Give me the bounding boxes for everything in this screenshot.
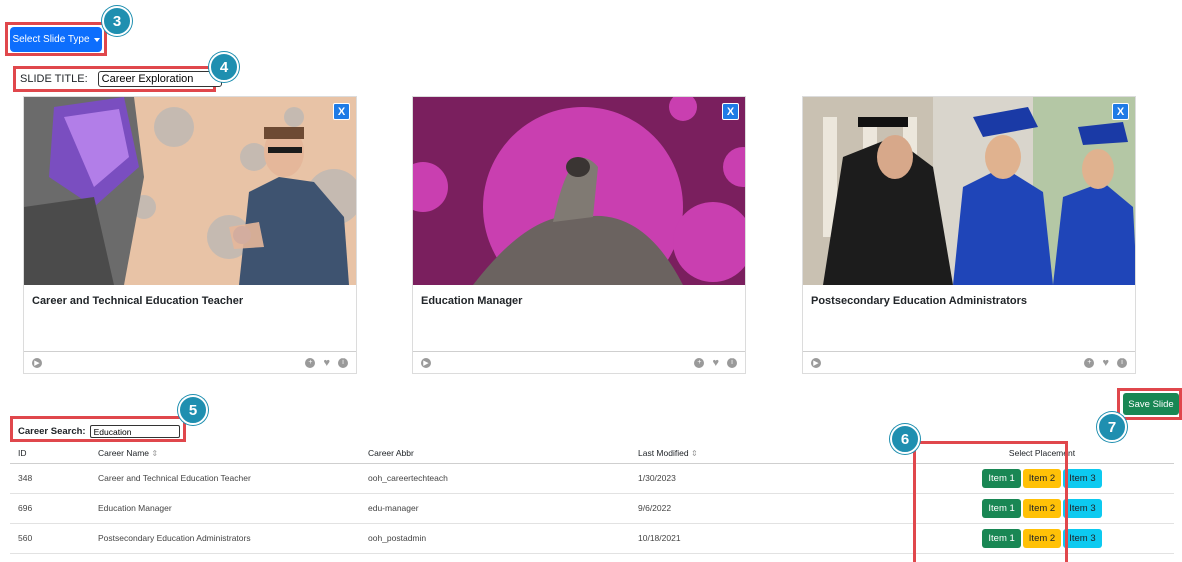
slide-title-input[interactable] xyxy=(97,71,222,87)
career-card-2: X Education Manager ▶ + ♥ i xyxy=(412,96,746,374)
select-slide-type-button[interactable]: Select Slide Type xyxy=(10,27,102,52)
item-3-button[interactable]: Item 3 xyxy=(1063,498,1102,518)
career-image-welder-teacher: X xyxy=(24,97,356,285)
card-2-title: Education Manager xyxy=(421,295,523,307)
heart-icon[interactable]: ♥ xyxy=(712,357,719,368)
info-icon[interactable]: i xyxy=(1117,357,1127,368)
callout-5: 5 xyxy=(178,395,208,425)
table-header-row: ID Career Name ⇕ Career Abbr Last Modifi… xyxy=(10,444,1174,464)
cell-placement: Item 1 Item 2 Item 3 xyxy=(910,493,1174,524)
cell-career-name: Career and Technical Education Teacher xyxy=(90,463,360,494)
card-1-footer: ▶ + ♥ i xyxy=(24,351,356,373)
col-id[interactable]: ID xyxy=(10,444,90,464)
cell-last-modified: 10/18/2021 xyxy=(630,523,910,554)
col-career-abbr[interactable]: Career Abbr xyxy=(360,444,630,464)
play-icon[interactable]: ▶ xyxy=(421,357,431,368)
callout-3: 3 xyxy=(102,6,132,36)
col-last-modified-label: Last Modified xyxy=(638,448,689,459)
heart-icon[interactable]: ♥ xyxy=(323,357,330,368)
cell-id: 696 xyxy=(10,493,90,524)
item-3-button[interactable]: Item 3 xyxy=(1063,468,1102,488)
sort-icon[interactable]: ⇕ xyxy=(691,449,698,458)
col-career-name[interactable]: Career Name ⇕ xyxy=(90,444,360,464)
callout-6: 6 xyxy=(890,424,920,454)
career-search-row: Career Search: xyxy=(18,425,180,438)
career-card-3: X Postsecondary Education Administrators… xyxy=(802,96,1136,374)
item-1-button[interactable]: Item 1 xyxy=(982,498,1021,518)
card-3-footer: ▶ + ♥ i xyxy=(803,351,1135,373)
col-last-modified[interactable]: Last Modified ⇕ xyxy=(630,444,910,464)
play-icon[interactable]: ▶ xyxy=(811,357,821,368)
cell-career-name: Postsecondary Education Administrators xyxy=(90,523,360,554)
remove-card-1-button[interactable]: X xyxy=(333,103,350,120)
cell-career-abbr: ooh_careertechteach xyxy=(360,463,630,494)
cell-last-modified: 1/30/2023 xyxy=(630,463,910,494)
table-row: 560 Postsecondary Education Administrato… xyxy=(10,523,1174,554)
cell-placement: Item 1 Item 2 Item 3 xyxy=(910,523,1174,554)
sort-icon[interactable]: ⇕ xyxy=(151,449,158,458)
info-icon[interactable]: i xyxy=(727,357,737,368)
item-1-button[interactable]: Item 1 xyxy=(982,468,1021,488)
card-2-footer: ▶ + ♥ i xyxy=(413,351,745,373)
add-icon[interactable]: + xyxy=(694,357,705,368)
cell-id: 348 xyxy=(10,463,90,494)
item-2-button[interactable]: Item 2 xyxy=(1022,528,1062,548)
info-icon[interactable]: i xyxy=(338,357,348,368)
caret-down-icon xyxy=(93,37,100,42)
career-table: ID Career Name ⇕ Career Abbr Last Modifi… xyxy=(10,444,1174,554)
callout-4: 4 xyxy=(209,52,239,82)
item-2-button[interactable]: Item 2 xyxy=(1022,498,1062,518)
career-card-1: X Career and Technical Education Teacher… xyxy=(23,96,357,374)
cell-placement: Item 1 Item 2 Item 3 xyxy=(910,463,1174,494)
table-row: 348 Career and Technical Education Teach… xyxy=(10,463,1174,494)
career-search-label: Career Search: xyxy=(18,426,86,437)
col-select-placement: Select Placement xyxy=(910,444,1174,464)
cell-last-modified: 9/6/2022 xyxy=(630,493,910,524)
cell-career-abbr: edu-manager xyxy=(360,493,630,524)
remove-card-2-button[interactable]: X xyxy=(722,103,739,120)
table-row: 696 Education Manager edu-manager 9/6/20… xyxy=(10,493,1174,524)
play-icon[interactable]: ▶ xyxy=(32,357,42,368)
callout-7: 7 xyxy=(1097,412,1127,442)
add-icon[interactable]: + xyxy=(305,357,316,368)
career-image-bird: X xyxy=(413,97,745,285)
career-search-input[interactable] xyxy=(89,425,180,438)
remove-card-3-button[interactable]: X xyxy=(1112,103,1129,120)
select-slide-type-label: Select Slide Type xyxy=(12,34,90,45)
item-2-button[interactable]: Item 2 xyxy=(1022,468,1062,488)
item-3-button[interactable]: Item 3 xyxy=(1063,528,1102,548)
card-3-title: Postsecondary Education Administrators xyxy=(811,295,1027,307)
heart-icon[interactable]: ♥ xyxy=(1102,357,1109,368)
slide-title-row: SLIDE TITLE: xyxy=(20,71,222,87)
cell-career-abbr: ooh_postadmin xyxy=(360,523,630,554)
add-icon[interactable]: + xyxy=(1084,357,1095,368)
item-1-button[interactable]: Item 1 xyxy=(982,528,1021,548)
cell-id: 560 xyxy=(10,523,90,554)
save-slide-button[interactable]: Save Slide xyxy=(1123,393,1179,415)
col-career-name-label: Career Name xyxy=(98,448,150,459)
slide-title-label: SLIDE TITLE: xyxy=(20,73,88,85)
cell-career-name: Education Manager xyxy=(90,493,360,524)
career-image-graduation: X xyxy=(803,97,1135,285)
card-1-title: Career and Technical Education Teacher xyxy=(32,295,244,307)
